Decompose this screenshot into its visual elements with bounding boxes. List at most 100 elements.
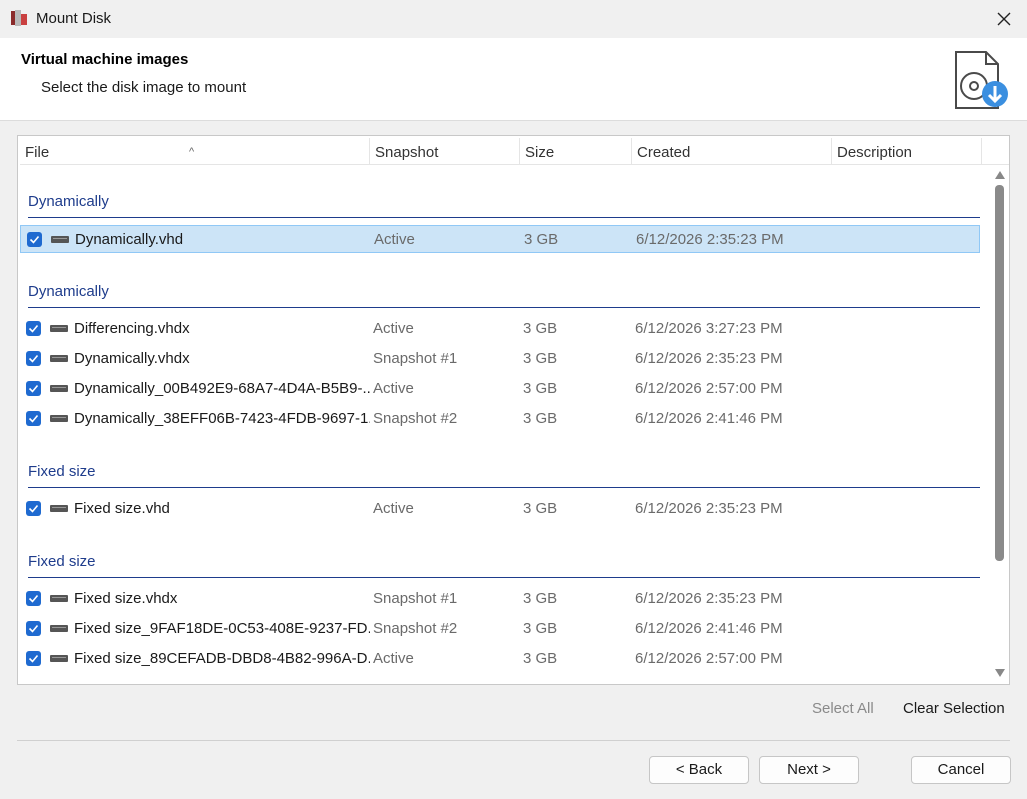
disk-icon <box>50 655 68 662</box>
group-label: Dynamically <box>28 193 109 210</box>
close-icon <box>997 12 1011 26</box>
checkmark-icon <box>29 235 40 244</box>
cell-size: 3 GB <box>523 380 558 397</box>
cell-size: 3 GB <box>523 320 558 337</box>
group-header: Fixed size <box>28 463 980 488</box>
cell-size: 3 GB <box>523 350 558 367</box>
column-size[interactable]: Size <box>520 138 632 164</box>
cell-file: Dynamically_00B492E9-68A7-4D4A-B5B9-... <box>74 380 370 397</box>
checkmark-icon <box>28 384 39 393</box>
cell-size: 3 GB <box>524 231 559 248</box>
group-divider <box>28 307 980 308</box>
disk-mount-icon <box>955 51 1008 109</box>
window-title: Mount Disk <box>36 10 112 27</box>
sort-ascending-icon: ^ <box>189 146 195 158</box>
column-description[interactable]: Description <box>832 138 982 164</box>
table-row[interactable]: Dynamically.vhd Active 3 GB 6/12/2026 2:… <box>20 225 980 253</box>
disk-icon <box>50 325 68 332</box>
image-list[interactable]: File ^ Snapshot Size Created Description… <box>17 135 1010 685</box>
cell-created: 6/12/2026 2:35:23 PM <box>635 590 783 607</box>
cell-created: 6/12/2026 2:57:00 PM <box>635 650 783 667</box>
table-row[interactable]: Dynamically_38EFF06B-7423-4FDB-9697-1...… <box>20 405 980 433</box>
disk-icon <box>50 415 68 422</box>
table-row[interactable]: Dynamically_00B492E9-68A7-4D4A-B5B9-... … <box>20 375 980 403</box>
disk-icon <box>50 355 68 362</box>
column-snapshot[interactable]: Snapshot <box>370 138 520 164</box>
cell-snapshot: Snapshot #2 <box>373 620 458 637</box>
scroll-up-icon[interactable] <box>995 171 1005 179</box>
column-file[interactable]: File ^ <box>20 138 370 164</box>
group-header: Fixed size <box>28 553 980 578</box>
checkmark-icon <box>28 504 39 513</box>
cell-snapshot: Active <box>374 231 415 248</box>
group-label: Fixed size <box>28 463 96 480</box>
cell-snapshot: Snapshot #1 <box>373 350 458 367</box>
table-row[interactable]: Fixed size_9FAF18DE-0C53-408E-9237-FD...… <box>20 615 980 643</box>
cell-created: 6/12/2026 2:35:23 PM <box>635 500 783 517</box>
wizard-header: Virtual machine images Select the disk i… <box>0 38 1027 121</box>
row-checkbox[interactable] <box>26 351 41 366</box>
cell-created: 6/12/2026 2:35:23 PM <box>635 350 783 367</box>
group-label: Fixed size <box>28 553 96 570</box>
table-row[interactable]: Differencing.vhdx Active 3 GB 6/12/2026 … <box>20 315 980 343</box>
cell-snapshot: Snapshot #1 <box>373 590 458 607</box>
table-row[interactable]: Dynamically.vhdx Snapshot #1 3 GB 6/12/2… <box>20 345 980 373</box>
checkmark-icon <box>28 414 39 423</box>
column-file-label: File <box>25 144 50 161</box>
app-icon <box>11 10 27 26</box>
cell-snapshot: Active <box>373 320 414 337</box>
cell-file: Fixed size.vhd <box>74 500 170 517</box>
page-title: Virtual machine images <box>21 51 189 68</box>
cell-created: 6/12/2026 2:41:46 PM <box>635 620 783 637</box>
group-header: Dynamically <box>28 283 980 308</box>
row-checkbox[interactable] <box>27 232 42 247</box>
table-row[interactable]: Fixed size.vhdx Snapshot #1 3 GB 6/12/20… <box>20 585 980 613</box>
checkmark-icon <box>28 654 39 663</box>
cell-snapshot: Active <box>373 500 414 517</box>
row-checkbox[interactable] <box>26 651 41 666</box>
table-row[interactable]: Fixed size_89CEFADB-DBD8-4B82-996A-D... … <box>20 645 980 673</box>
disk-icon <box>50 595 68 602</box>
column-header: File ^ Snapshot Size Created Description <box>20 138 1009 165</box>
row-checkbox[interactable] <box>26 591 41 606</box>
group-header: Dynamically <box>28 193 980 218</box>
row-checkbox[interactable] <box>26 381 41 396</box>
checkmark-icon <box>28 324 39 333</box>
row-checkbox[interactable] <box>26 321 41 336</box>
cell-size: 3 GB <box>523 620 558 637</box>
back-button[interactable]: < Back <box>649 756 749 784</box>
row-checkbox[interactable] <box>26 501 41 516</box>
cell-file: Fixed size_9FAF18DE-0C53-408E-9237-FD... <box>74 620 370 637</box>
rows-container: Dynamically Dynamically.vhd Active 3 GB … <box>18 165 990 683</box>
cell-snapshot: Active <box>373 650 414 667</box>
checkmark-icon <box>28 594 39 603</box>
scroll-down-icon[interactable] <box>995 669 1005 677</box>
clear-selection-button[interactable]: Clear Selection <box>903 700 1005 717</box>
next-button[interactable]: Next > <box>759 756 859 784</box>
disk-icon <box>50 385 68 392</box>
vertical-scrollbar[interactable] <box>991 165 1009 683</box>
footer-divider <box>17 740 1010 741</box>
column-created[interactable]: Created <box>632 138 832 164</box>
cancel-button[interactable]: Cancel <box>911 756 1011 784</box>
disk-icon <box>51 236 69 243</box>
cell-file: Dynamically.vhdx <box>74 350 190 367</box>
row-checkbox[interactable] <box>26 621 41 636</box>
close-button[interactable] <box>981 0 1027 38</box>
cell-created: 6/12/2026 3:27:23 PM <box>635 320 783 337</box>
cell-created: 6/12/2026 2:35:23 PM <box>636 231 784 248</box>
group-divider <box>28 487 980 488</box>
group-label: Dynamically <box>28 283 109 300</box>
cell-snapshot: Active <box>373 380 414 397</box>
scrollbar-thumb[interactable] <box>995 185 1004 561</box>
cell-created: 6/12/2026 2:41:46 PM <box>635 410 783 427</box>
cell-size: 3 GB <box>523 590 558 607</box>
table-row[interactable]: Fixed size.vhd Active 3 GB 6/12/2026 2:3… <box>20 495 980 523</box>
disk-icon <box>50 625 68 632</box>
select-all-button[interactable]: Select All <box>812 700 874 717</box>
row-checkbox[interactable] <box>26 411 41 426</box>
cell-snapshot: Snapshot #2 <box>373 410 458 427</box>
checkmark-icon <box>28 624 39 633</box>
cell-size: 3 GB <box>523 410 558 427</box>
cell-size: 3 GB <box>523 500 558 517</box>
